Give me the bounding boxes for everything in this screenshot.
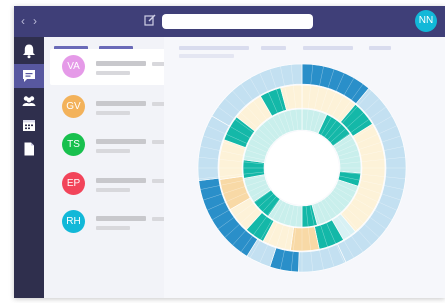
chat-name-placeholder bbox=[96, 216, 146, 221]
rail-item-chat[interactable] bbox=[14, 64, 44, 88]
rail-item-files[interactable] bbox=[14, 137, 44, 161]
app-rail bbox=[14, 37, 44, 298]
people-icon bbox=[22, 96, 36, 106]
chat-preview-placeholder bbox=[96, 149, 130, 153]
chat-list: VA GV TS EP RH bbox=[44, 37, 190, 298]
calendar-icon bbox=[23, 120, 35, 131]
chat-name-placeholder bbox=[96, 61, 146, 66]
title-bar: ‹ › NN bbox=[14, 6, 445, 37]
chat-avatar: GV bbox=[62, 95, 85, 118]
chat-name-placeholder bbox=[96, 178, 146, 183]
app-window: ‹ › NN VA GV TS EP RH bbox=[14, 6, 445, 298]
chat-name-placeholder bbox=[96, 139, 146, 144]
chat-preview-placeholder bbox=[96, 71, 130, 75]
forward-arrow-icon[interactable]: › bbox=[33, 14, 37, 28]
rail-item-calendar[interactable] bbox=[14, 113, 44, 137]
chat-name-placeholder bbox=[96, 101, 146, 106]
rail-item-activity[interactable] bbox=[14, 39, 44, 63]
chat-avatar: TS bbox=[62, 133, 85, 156]
file-icon bbox=[24, 142, 34, 156]
chat-avatar: RH bbox=[62, 210, 85, 233]
compose-icon[interactable] bbox=[144, 14, 156, 26]
back-arrow-icon[interactable]: ‹ bbox=[21, 14, 25, 28]
chat-avatar: VA bbox=[62, 55, 85, 78]
chat-preview-placeholder bbox=[96, 111, 130, 115]
bell-icon bbox=[23, 44, 35, 59]
chat-avatar: EP bbox=[62, 172, 85, 195]
main-content bbox=[164, 37, 445, 298]
chat-preview-placeholder bbox=[96, 188, 130, 192]
chat-icon bbox=[23, 70, 35, 82]
search-input[interactable] bbox=[162, 14, 313, 29]
user-avatar[interactable]: NN bbox=[415, 10, 437, 32]
sunburst-chart bbox=[197, 63, 407, 273]
sunburst-center bbox=[265, 131, 339, 205]
rail-item-teams[interactable] bbox=[14, 89, 44, 113]
chat-preview-placeholder bbox=[96, 226, 130, 230]
